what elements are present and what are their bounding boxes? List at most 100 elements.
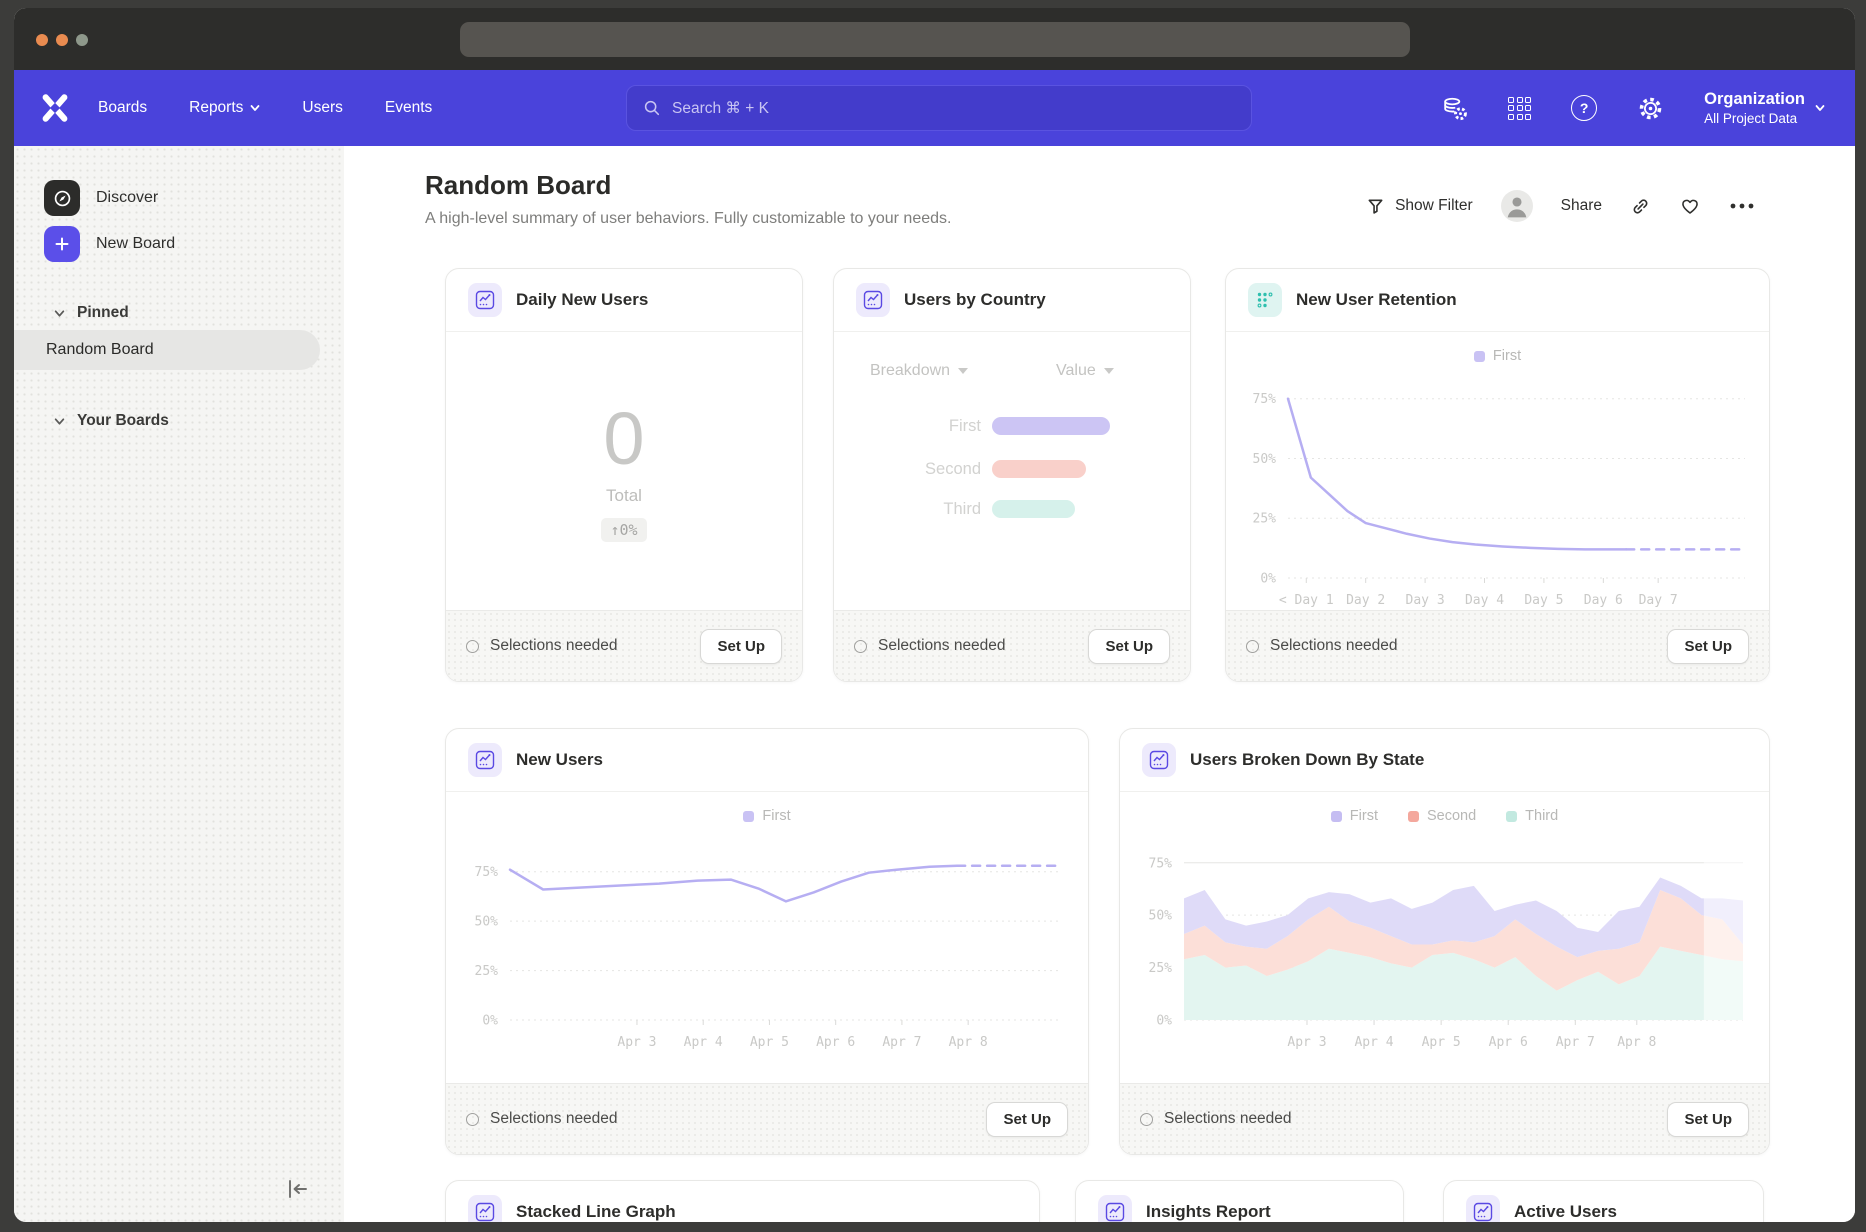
svg-text:< Day 1: < Day 1 [1279,593,1334,608]
svg-text:25%: 25% [475,964,499,979]
window-close-button[interactable] [36,34,48,46]
browser-window: Boards Reports Users Events Search ⌘ + K [14,8,1855,1222]
status-circle-icon [1246,640,1259,653]
chevron-down-icon [250,103,260,113]
sidebar-item-label: New Board [96,235,175,253]
svg-text:Day 7: Day 7 [1639,593,1678,608]
card-title: Insights Report [1146,1202,1271,1222]
line-chart-icon [468,1195,502,1222]
search-placeholder: Search ⌘ + K [672,99,769,118]
card-users-by-state: Users Broken Down By State First Second … [1119,728,1770,1155]
filter-icon [1366,197,1385,216]
address-bar[interactable] [460,22,1410,57]
nav-item-users[interactable]: Users [302,99,342,117]
legend-label: First [1493,348,1521,364]
app-navbar: Boards Reports Users Events Search ⌘ + K [14,70,1855,146]
compass-icon [44,180,80,216]
set-up-button[interactable]: Set Up [986,1102,1068,1137]
board-actions: Show Filter Share [1366,190,1755,222]
help-icon[interactable]: ? [1571,95,1597,121]
section-label: Pinned [77,304,129,322]
favorite-heart-icon[interactable] [1679,195,1701,217]
mixpanel-logo-icon[interactable] [38,91,72,125]
board-main: Random Board A high-level summary of use… [344,146,1855,1222]
copy-link-icon[interactable] [1630,196,1651,217]
set-up-button[interactable]: Set Up [1667,629,1749,664]
settings-gear-icon[interactable] [1637,95,1664,122]
svg-text:50%: 50% [1253,452,1277,467]
card-header: Insights Report [1076,1181,1403,1222]
status-text: Selections needed [878,637,1006,655]
svg-text:Apr 3: Apr 3 [1287,1035,1326,1050]
breakdown-dropdown[interactable]: Breakdown [870,362,968,380]
nav-item-reports[interactable]: Reports [189,99,260,117]
line-chart-icon [1466,1195,1500,1222]
set-up-button[interactable]: Set Up [1088,629,1170,664]
chevron-down-icon [54,308,65,319]
delta-badge: ↑0% [601,518,646,542]
legend-swatch [1506,811,1517,822]
card-header: Active Users [1444,1181,1763,1222]
sidebar: Discover New Board Pinned Random Board [14,146,344,1222]
sidebar-item-label: Discover [96,189,158,207]
card-header: Daily New Users [446,269,802,332]
line-chart-icon [856,283,890,317]
svg-text:75%: 75% [1149,856,1173,871]
sidebar-section-pinned[interactable]: Pinned [54,304,129,322]
row-label: First [834,417,992,436]
window-controls [36,34,88,46]
collapse-sidebar-icon[interactable] [286,1178,310,1205]
avatar[interactable] [1501,190,1533,222]
data-management-icon[interactable] [1441,95,1468,122]
card-footer: Selections needed Set Up [1120,1083,1769,1154]
svg-text:Apr 4: Apr 4 [684,1035,723,1050]
show-filter-label: Show Filter [1395,197,1473,215]
nav-item-events[interactable]: Events [385,99,432,117]
card-header: New User Retention [1226,269,1769,332]
retention-grid-icon [1248,283,1282,317]
legend-swatch [1408,811,1419,822]
country-row: First [834,416,1190,436]
svg-text:Day 4: Day 4 [1465,593,1504,608]
dropdown-label: Value [1056,362,1096,380]
card-title: Active Users [1514,1202,1617,1222]
org-project-switcher[interactable]: Organization All Project Data [1704,89,1825,127]
svg-text:Apr 5: Apr 5 [750,1035,789,1050]
legend-swatch [1474,351,1485,362]
set-up-button[interactable]: Set Up [1667,1102,1749,1137]
card-new-user-retention: New User Retention First 75%50%25%0%< Da… [1225,268,1770,682]
sidebar-item-new-board[interactable]: New Board [44,226,175,262]
nav-item-label: Reports [189,99,243,117]
sidebar-item-random-board[interactable]: Random Board [14,330,320,370]
chevron-down-icon [54,416,65,427]
svg-text:Apr 8: Apr 8 [1617,1035,1656,1050]
chevron-down-icon [1815,103,1825,113]
apps-grid-icon[interactable] [1508,97,1531,120]
set-up-button[interactable]: Set Up [700,629,782,664]
nav-item-boards[interactable]: Boards [98,99,147,117]
line-chart-icon [468,283,502,317]
row-label: Second [834,460,992,479]
status-text: Selections needed [490,637,618,655]
value-dropdown[interactable]: Value [1056,362,1114,380]
value-bar [992,500,1075,518]
window-minimize-button[interactable] [56,34,68,46]
search-input[interactable]: Search ⌘ + K [626,85,1252,131]
svg-text:Apr 5: Apr 5 [1422,1035,1461,1050]
legend-label: First [1350,808,1378,824]
legend-swatch [743,811,754,822]
country-row: Third [834,499,1190,519]
window-zoom-button[interactable] [76,34,88,46]
svg-text:0%: 0% [1260,572,1276,587]
legend-label: Second [1427,808,1476,824]
status-text: Selections needed [1270,637,1398,655]
svg-text:Apr 4: Apr 4 [1354,1035,1393,1050]
show-filter-button[interactable]: Show Filter [1366,197,1473,216]
more-options-icon[interactable] [1729,202,1755,210]
card-active-users: Active Users [1443,1180,1764,1222]
sidebar-section-your-boards[interactable]: Your Boards [54,412,169,430]
metric-label: Total [446,486,802,506]
share-button[interactable]: Share [1561,197,1602,215]
chart-legend: First Second Third [1120,808,1769,824]
sidebar-item-discover[interactable]: Discover [44,180,158,216]
